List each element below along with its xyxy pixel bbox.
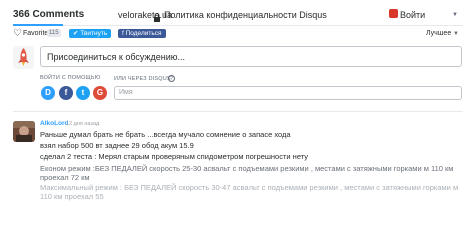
login-with-label: ВОЙТИ С ПОМОЩЬЮ [40, 75, 101, 81]
help-icon[interactable]: ? [168, 75, 175, 82]
name-placeholder: Имя [119, 89, 133, 96]
notification-icon[interactable] [389, 9, 398, 18]
facebook-icon: f [122, 30, 124, 37]
sort-dropdown[interactable]: Лучшее [426, 30, 451, 37]
active-tab-indicator [13, 24, 63, 26]
favorite-count-badge: 115 [47, 29, 61, 37]
tab-underline [13, 24, 463, 26]
or-disqus-label: ИЛИ ЧЕРЕЗ DISQUS [114, 76, 171, 82]
rocket-avatar-icon [13, 46, 34, 69]
comment-line-faded: Максимальный режим : БЕЗ ПЕДАЛЕЙ скорост… [40, 183, 459, 201]
disqus-login-icon[interactable]: D [41, 86, 55, 100]
sort-chevron-icon: ▼ [453, 31, 459, 37]
comment-count[interactable]: 366 Comments [13, 9, 84, 20]
top-bar: 366 Comments veloraketa.ua Политика конф… [0, 0, 474, 30]
twitter-icon: ✔ [73, 30, 79, 37]
tweet-button[interactable]: ✔ Твитнуть [69, 29, 112, 38]
share-button[interactable]: f Поделиться [118, 29, 166, 38]
comment-line: взял набор 500 вт заднее 29 обод акум 15… [40, 141, 194, 150]
heart-icon[interactable]: ♡ [13, 28, 22, 39]
comment-editor[interactable]: Присоединиться к обсуждению... [40, 46, 462, 67]
twitter-login-icon[interactable]: t [76, 86, 90, 100]
comment-author-link[interactable]: AlkoLord [40, 120, 69, 127]
share-label: Поделиться [125, 30, 162, 37]
comment-line: Раньше думал брать не брать ...всегда му… [40, 130, 291, 139]
name-input[interactable]: Имя [114, 86, 462, 100]
facebook-login-icon[interactable]: f [59, 86, 73, 100]
privacy-policy-link[interactable]: Политика конфиденциальности Disqus [164, 10, 327, 20]
tweet-label: Твитнуть [80, 30, 108, 37]
comment-line: Економ режим :БЕЗ ПЕДАЛЕЙ скорость 25-30… [40, 164, 454, 182]
user-avatar[interactable] [13, 121, 35, 142]
favorite-button[interactable]: Favorite [23, 30, 48, 37]
comment-timestamp[interactable]: 12 дня назад [66, 121, 99, 127]
editor-placeholder: Присоединиться к обсуждению... [47, 52, 186, 62]
section-divider [13, 111, 463, 112]
chevron-down-icon: ▼ [452, 12, 458, 18]
comment-line: сделал 2 теста : Мерял старым проверяным… [40, 152, 309, 161]
google-login-icon[interactable]: G [93, 86, 107, 100]
login-button[interactable]: Войти [400, 10, 425, 20]
